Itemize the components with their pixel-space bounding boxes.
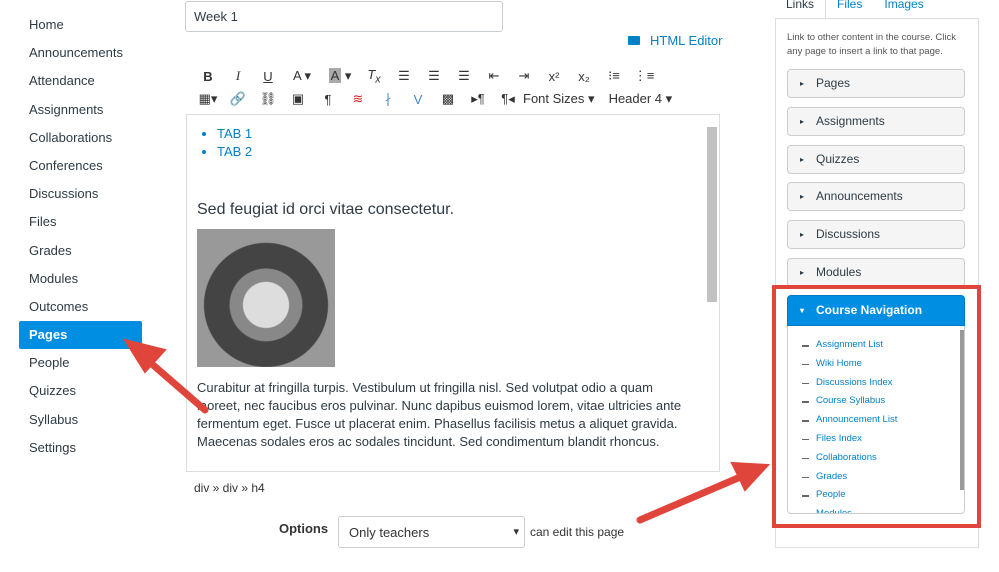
arrow-to-course-navigation xyxy=(636,471,749,524)
annotation-arrows xyxy=(122,338,771,524)
arrow-to-pages xyxy=(141,354,209,414)
arrowhead xyxy=(730,461,771,492)
